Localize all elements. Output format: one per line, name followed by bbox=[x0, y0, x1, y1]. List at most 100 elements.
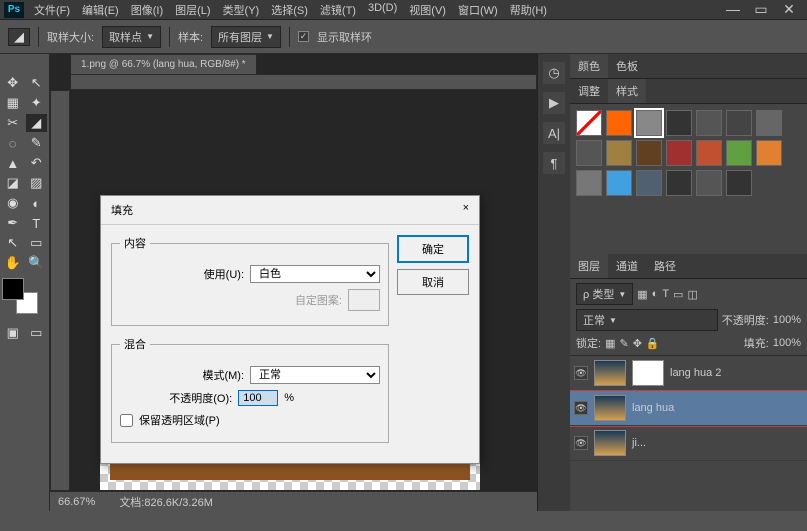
tab-swatch[interactable]: 色板 bbox=[608, 54, 646, 78]
layer-kind-filter[interactable]: ρ 类型▼ bbox=[576, 283, 633, 305]
style-tile[interactable] bbox=[606, 110, 632, 136]
menu-type[interactable]: 类型(Y) bbox=[217, 0, 266, 21]
style-tile[interactable] bbox=[576, 140, 602, 166]
layer-name[interactable]: lang hua bbox=[632, 402, 674, 414]
stamp-tool[interactable]: ▲ bbox=[2, 154, 24, 172]
zoom-level[interactable]: 66.67% bbox=[58, 496, 95, 508]
move-tool[interactable]: ✥ bbox=[2, 74, 24, 92]
style-tile[interactable] bbox=[606, 140, 632, 166]
lock-paint-icon[interactable]: ✎ bbox=[619, 337, 628, 350]
filter-adj-icon[interactable]: ◐ bbox=[652, 288, 659, 300]
style-tile[interactable] bbox=[666, 110, 692, 136]
filter-shape-icon[interactable]: ▭ bbox=[673, 288, 683, 301]
dodge-tool[interactable]: ◐ bbox=[26, 194, 48, 212]
filter-img-icon[interactable]: ▦ bbox=[637, 288, 647, 301]
style-tile[interactable] bbox=[756, 110, 782, 136]
paragraph-icon[interactable]: ¶ bbox=[543, 152, 565, 174]
pen-tool[interactable]: ✒ bbox=[2, 214, 24, 232]
style-tile[interactable] bbox=[636, 170, 662, 196]
dialog-opacity-input[interactable] bbox=[238, 390, 278, 406]
crop-tool[interactable]: ✂ bbox=[2, 114, 24, 132]
minimize-icon[interactable]: — bbox=[723, 1, 743, 18]
opacity-value[interactable]: 100% bbox=[773, 314, 801, 326]
layer-name[interactable]: lang hua 2 bbox=[670, 367, 721, 379]
shape-tool[interactable]: ▭ bbox=[26, 234, 48, 252]
style-tile[interactable] bbox=[696, 110, 722, 136]
style-tile[interactable] bbox=[636, 140, 662, 166]
fill-value[interactable]: 100% bbox=[773, 337, 801, 349]
screen-tool[interactable]: ▭ bbox=[26, 324, 48, 342]
style-tile[interactable] bbox=[636, 110, 662, 136]
layer-thumb[interactable] bbox=[594, 360, 626, 386]
filter-smart-icon[interactable]: ◫ bbox=[687, 288, 697, 301]
show-ring-checkbox[interactable]: ✓ bbox=[298, 31, 309, 42]
style-tile[interactable] bbox=[726, 110, 752, 136]
arrow-tool[interactable]: ↖ bbox=[26, 74, 48, 92]
tab-layers[interactable]: 图层 bbox=[570, 254, 608, 278]
style-tile[interactable] bbox=[696, 140, 722, 166]
style-tile[interactable] bbox=[726, 140, 752, 166]
lock-move-icon[interactable]: ✥ bbox=[633, 337, 642, 350]
style-tile[interactable] bbox=[756, 140, 782, 166]
brush-tool[interactable]: ✎ bbox=[26, 134, 48, 152]
filter-text-icon[interactable]: T bbox=[662, 288, 669, 300]
style-tile[interactable] bbox=[726, 170, 752, 196]
hand-tool[interactable]: ✋ bbox=[2, 254, 24, 272]
dialog-close-icon[interactable]: × bbox=[463, 202, 469, 218]
layer-name[interactable]: ji... bbox=[632, 437, 646, 449]
menu-edit[interactable]: 编辑(E) bbox=[76, 0, 125, 21]
maximize-icon[interactable]: ▭ bbox=[751, 1, 771, 18]
tab-adjust[interactable]: 调整 bbox=[570, 79, 608, 103]
visibility-icon[interactable]: 👁 bbox=[574, 366, 588, 380]
style-tile[interactable] bbox=[666, 140, 692, 166]
text-icon[interactable]: A| bbox=[543, 122, 565, 144]
path-tool[interactable]: ↖ bbox=[2, 234, 24, 252]
heal-tool[interactable]: ◌ bbox=[2, 134, 24, 152]
menu-file[interactable]: 文件(F) bbox=[28, 0, 76, 21]
mode-select[interactable]: 正常 bbox=[250, 366, 380, 384]
blur-tool[interactable]: ◉ bbox=[2, 194, 24, 212]
tab-styles[interactable]: 样式 bbox=[608, 79, 646, 103]
visibility-icon[interactable]: 👁 bbox=[574, 436, 588, 450]
color-swatch[interactable] bbox=[2, 278, 38, 314]
use-select[interactable]: 白色 bbox=[250, 265, 380, 283]
text-tool[interactable]: T bbox=[26, 214, 48, 232]
preserve-trans-checkbox[interactable] bbox=[120, 414, 133, 427]
layer-row[interactable]: 👁 lang hua 2 bbox=[570, 356, 807, 391]
layer-thumb[interactable] bbox=[594, 430, 626, 456]
history-tool[interactable]: ↶ bbox=[26, 154, 48, 172]
menu-3d[interactable]: 3D(D) bbox=[362, 0, 403, 21]
sample-dropdown[interactable]: 所有图层▼ bbox=[211, 26, 281, 48]
eyedropper-tool[interactable]: ◢ bbox=[26, 114, 48, 132]
visibility-icon[interactable]: 👁 bbox=[574, 401, 588, 415]
style-tile[interactable] bbox=[576, 110, 602, 136]
layer-mask[interactable] bbox=[632, 360, 664, 386]
style-tile[interactable] bbox=[576, 170, 602, 196]
tab-channels[interactable]: 通道 bbox=[608, 254, 646, 278]
layer-row[interactable]: 👁 ji... bbox=[570, 426, 807, 461]
lock-all-icon[interactable]: 🔒 bbox=[646, 337, 660, 350]
tab-paths[interactable]: 路径 bbox=[646, 254, 684, 278]
layer-row[interactable]: 👁 lang hua bbox=[570, 391, 807, 426]
wand-tool[interactable]: ✦ bbox=[26, 94, 48, 112]
marquee-tool[interactable]: ▦ bbox=[2, 94, 24, 112]
document-tab[interactable]: 1.png @ 66.7% (lang hua, RGB/8#) * bbox=[70, 54, 257, 75]
cancel-button[interactable]: 取消 bbox=[397, 269, 469, 295]
eyedropper-tool-icon[interactable]: ◢ bbox=[8, 28, 30, 46]
menu-view[interactable]: 视图(V) bbox=[403, 0, 452, 21]
style-tile[interactable] bbox=[666, 170, 692, 196]
tab-color[interactable]: 颜色 bbox=[570, 54, 608, 78]
ok-button[interactable]: 确定 bbox=[397, 235, 469, 263]
eraser-tool[interactable]: ◪ bbox=[2, 174, 24, 192]
play-icon[interactable]: ▶ bbox=[543, 92, 565, 114]
blend-mode-dropdown[interactable]: 正常▼ bbox=[576, 309, 718, 331]
menu-help[interactable]: 帮助(H) bbox=[504, 0, 553, 21]
menu-filter[interactable]: 滤镜(T) bbox=[314, 0, 362, 21]
style-tile[interactable] bbox=[696, 170, 722, 196]
zoom-tool[interactable]: 🔍 bbox=[26, 254, 48, 272]
menu-select[interactable]: 选择(S) bbox=[265, 0, 314, 21]
lock-pixels-icon[interactable]: ▦ bbox=[605, 337, 615, 350]
menu-layer[interactable]: 图层(L) bbox=[169, 0, 216, 21]
style-tile[interactable] bbox=[606, 170, 632, 196]
layer-thumb[interactable] bbox=[594, 395, 626, 421]
